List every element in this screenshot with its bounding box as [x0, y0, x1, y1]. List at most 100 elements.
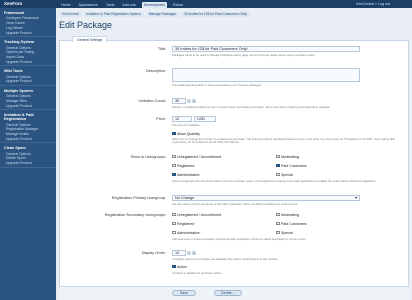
tab-appearance[interactable]: Appearance: [77, 2, 100, 8]
usergroup-option[interactable]: Registered: [172, 221, 194, 226]
tab-general-settings[interactable]: General Settings: [72, 36, 108, 42]
display-order-input[interactable]: 10: [172, 250, 186, 256]
allow-quantity-label: Allow Quantity: [177, 132, 200, 136]
breadcrumb-item[interactable]: XenCentral: [59, 12, 82, 17]
checkbox-box[interactable]: [172, 212, 176, 217]
breadcrumb-item[interactable]: Manage Packages: [145, 12, 180, 17]
sidebar-item[interactable]: Upgrade Product: [0, 161, 56, 166]
title-input[interactable]: 30 Invites for 12$ for Paid Customers On…: [172, 46, 360, 52]
checkbox-box[interactable]: [172, 154, 176, 159]
select-value: No Change: [175, 196, 195, 200]
top-navigation-bar: XenForo Home Appearance Tools Add-ons De…: [0, 0, 412, 8]
decrement-button[interactable]: −: [187, 251, 191, 255]
checkbox-box[interactable]: [276, 212, 280, 217]
sidebar: Framework Configure Framework Clear Cache L…: [0, 8, 56, 300]
checkbox-box[interactable]: [276, 172, 280, 177]
tab-extras[interactable]: Extras: [171, 2, 185, 8]
sidebar-item[interactable]: Upgrade Product: [0, 137, 56, 142]
usergroup-option[interactable]: Special: [276, 172, 293, 177]
usergroup-option[interactable]: Administrative: [172, 230, 200, 235]
usergroup-option[interactable]: Special: [276, 230, 293, 235]
brand-logo[interactable]: XenForo: [4, 1, 22, 6]
sidebar-group: Framework Configure Framework Clear Cache L…: [0, 8, 56, 38]
price-input[interactable]: 12: [172, 116, 192, 122]
usergroup-option[interactable]: Unregistered / Unconfirmed: [172, 212, 221, 217]
checkbox-box[interactable]: [172, 264, 176, 269]
usergroup-option[interactable]: Moderating: [276, 154, 299, 159]
breadcrumb-item[interactable]: Invitation & Paid Registration System: [83, 12, 144, 17]
checkbox-box[interactable]: [172, 172, 176, 177]
sidebar-group: Clean Spam General Options Delete Spam Upgr…: [0, 143, 56, 168]
page-header: XenCentral Invitation & Paid Registratio…: [59, 9, 409, 30]
tab-home[interactable]: Home: [59, 2, 73, 8]
secondary-usergroups-label: Registration Secondary Usergroups:: [104, 213, 166, 217]
checkbox-box[interactable]: [172, 221, 176, 226]
usergroup-option[interactable]: Paid Customers: [276, 221, 307, 226]
active-hint: Uncheck to disable the purchase option.: [172, 271, 222, 275]
sidebar-item[interactable]: Upgrade Product: [0, 59, 56, 64]
display-order-stepper: 10− +: [172, 250, 196, 256]
sidebar-group-heading[interactable]: Invitation & Paid Registration: [0, 112, 56, 122]
display-order-hint: If multiple options for purchase are ava…: [172, 257, 279, 261]
usergroup-label: Unregistered / Unconfirmed: [177, 155, 221, 159]
show-usergroups-hint: Select usergroups who should be able to …: [172, 179, 377, 183]
usergroup-option[interactable]: Unregistered / Unconfirmed: [172, 154, 221, 159]
checkbox-box[interactable]: [276, 163, 280, 168]
chevron-down-icon: ▾: [355, 196, 357, 200]
main-tabs: Home Appearance Tools Add-ons Developmen…: [59, 2, 185, 8]
usergroup-label: Administrative: [177, 173, 200, 177]
title-label: Title:: [157, 47, 166, 51]
show-usergroups-label: Show to Usergroups:: [130, 155, 166, 159]
tab-tools[interactable]: Tools: [104, 2, 116, 8]
usergroup-label: Moderating: [281, 213, 299, 217]
checkbox-box[interactable]: [276, 221, 280, 226]
primary-usergroup-hint: Set new users primary usergroup to this …: [172, 202, 299, 206]
description-textarea[interactable]: [172, 68, 360, 82]
user-links[interactable]: XenCentral > Log out: [356, 2, 390, 6]
save-button[interactable]: Save: [172, 290, 196, 296]
active-label: Active: [177, 265, 187, 269]
sidebar-item[interactable]: Upgrade Product: [0, 103, 56, 108]
description-hint: Any additional information to show users…: [172, 83, 262, 87]
price-hint: The price for invitation.: [172, 123, 201, 127]
sidebar-group: Invitation & Paid Registration General Op…: [0, 110, 56, 144]
title-hint: Packages name to be used in Manage Packa…: [172, 53, 316, 57]
primary-usergroup-select[interactable]: No Change ▾: [172, 195, 360, 201]
decrement-button[interactable]: −: [187, 99, 191, 103]
delete-button[interactable]: Delete...: [214, 290, 242, 296]
sidebar-group: Tracking System General Options Options pe…: [0, 37, 56, 67]
increment-button[interactable]: +: [192, 251, 196, 255]
usergroup-label: Administrative: [177, 231, 200, 235]
checkbox-box[interactable]: [172, 131, 176, 136]
usergroup-option[interactable]: Registered: [172, 163, 195, 168]
page-title: Edit Package: [59, 20, 113, 30]
breadcrumb: XenCentral Invitation & Paid Registratio…: [59, 12, 409, 17]
display-order-label: Display Order:: [141, 251, 166, 255]
active-checkbox[interactable]: Active: [172, 264, 187, 269]
usergroup-option[interactable]: Paid Customers: [276, 163, 307, 168]
sidebar-item[interactable]: Upgrade Product: [0, 79, 56, 84]
currency-select[interactable]: USD: [194, 116, 217, 122]
tab-addons[interactable]: Add-ons: [120, 2, 137, 8]
price-group: 12 USD: [172, 116, 217, 122]
checkbox-box[interactable]: [172, 230, 176, 235]
usergroup-label: Special: [281, 173, 293, 177]
checkbox-box[interactable]: [276, 154, 280, 159]
usergroup-option[interactable]: Moderating: [276, 212, 299, 217]
description-label: Description:: [145, 69, 166, 73]
increment-button[interactable]: +: [192, 99, 196, 103]
secondary-usergroups-hint: Add new users to these secondary usergro…: [172, 237, 307, 241]
breadcrumb-item[interactable]: 30 Invites for 12$ for Paid Customers On…: [181, 12, 251, 17]
invitation-count-input[interactable]: 30: [172, 98, 186, 104]
sidebar-item[interactable]: Upgrade Product: [0, 30, 56, 35]
tab-development[interactable]: Development: [141, 2, 167, 8]
usergroup-label: Registered: [177, 164, 195, 168]
usergroup-option[interactable]: Administrative: [172, 172, 200, 177]
checkbox-box[interactable]: [276, 230, 280, 235]
sidebar-group: Multiple System General Options Manage Sit…: [0, 86, 56, 111]
usergroup-label: Paid Customers: [281, 164, 307, 168]
allow-quantity-checkbox[interactable]: Allow Quantity: [172, 131, 200, 136]
sidebar-group: Wiki Tools General Options Upgrade Product: [0, 66, 56, 86]
checkbox-box[interactable]: [172, 163, 176, 168]
price-label: Price:: [156, 117, 166, 121]
